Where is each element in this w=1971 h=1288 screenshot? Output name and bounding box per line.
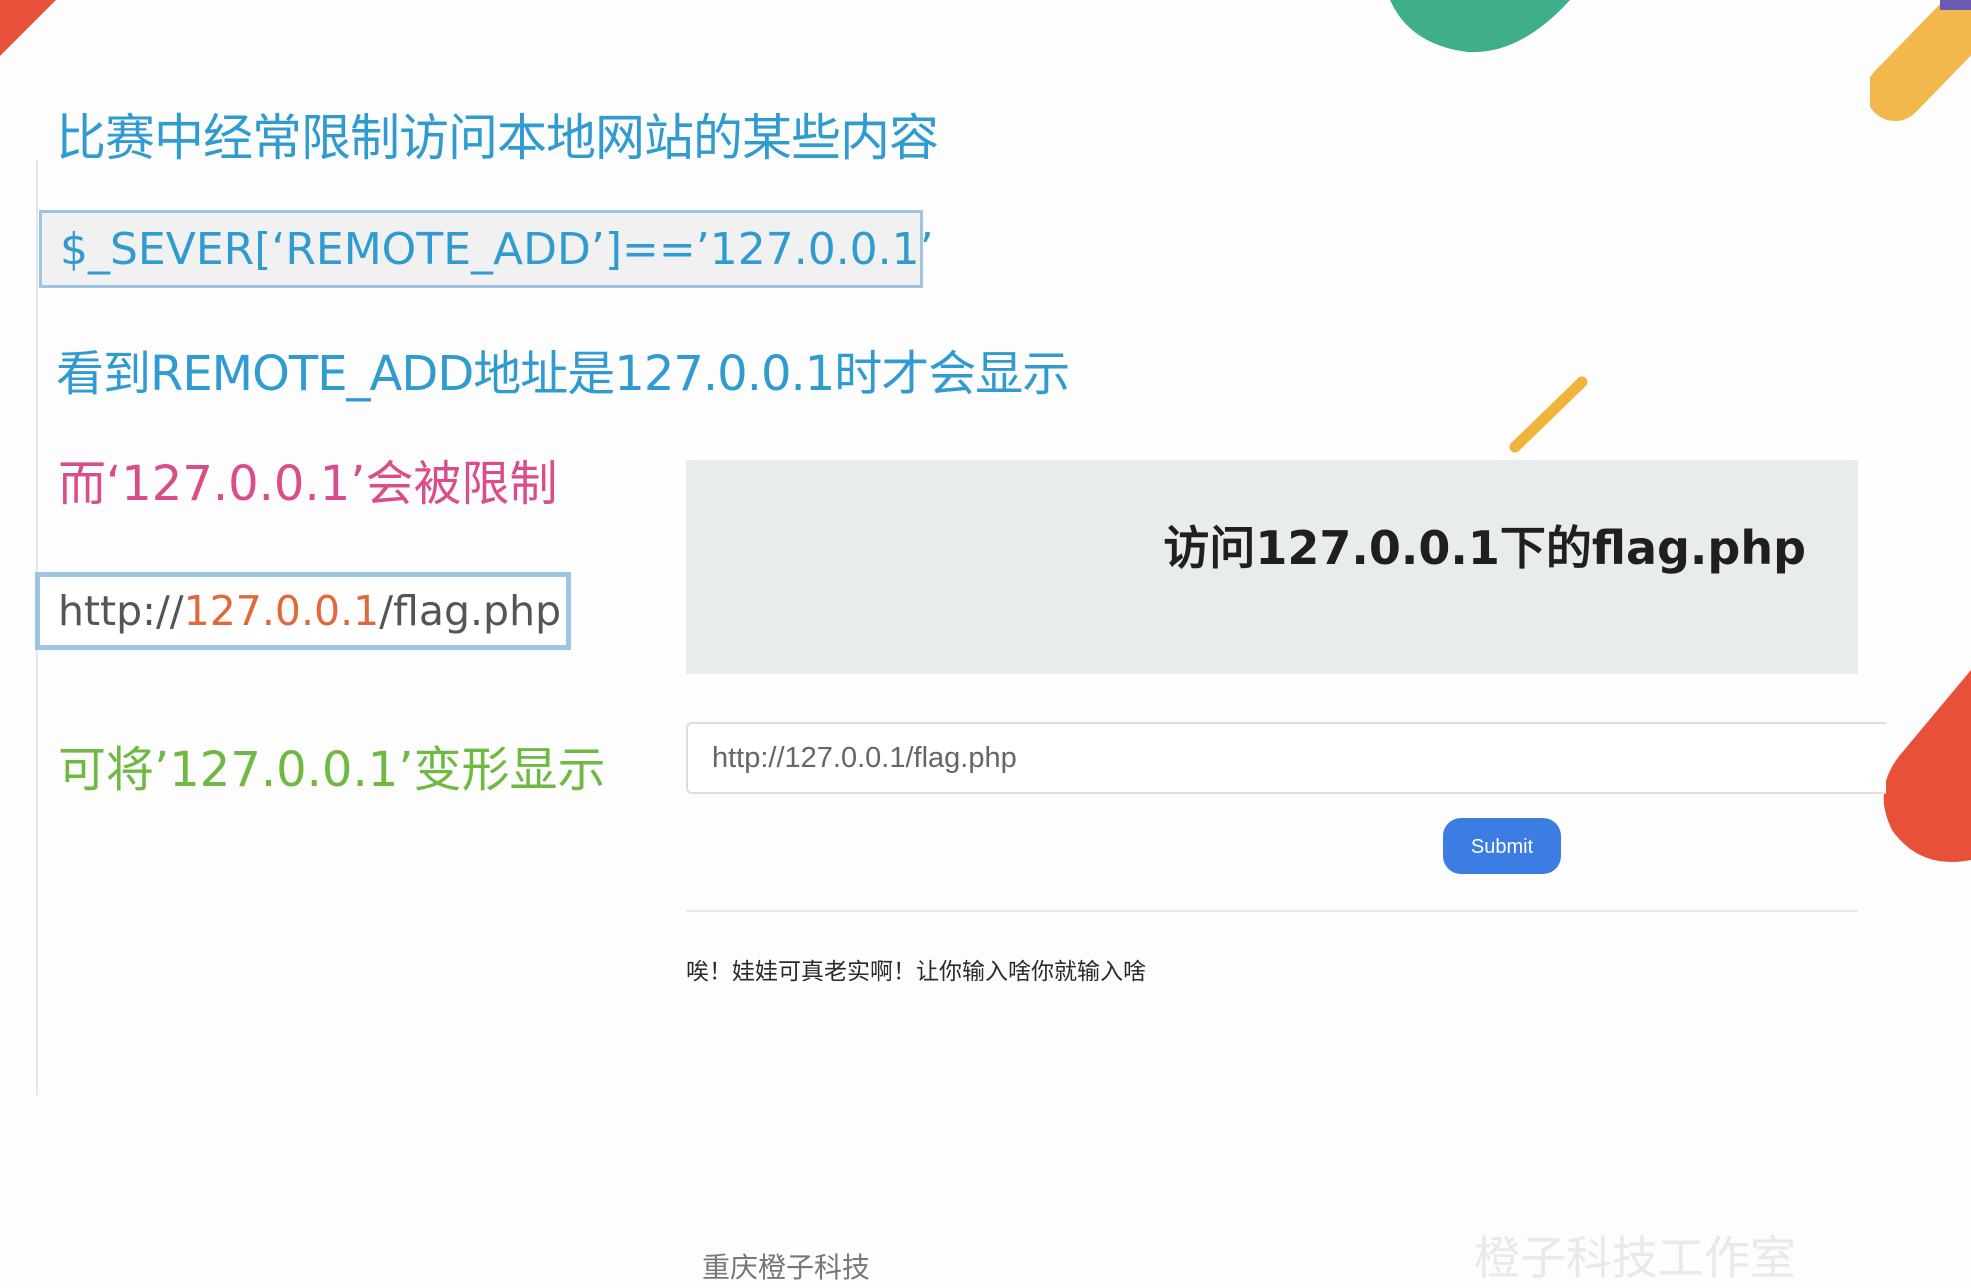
orange-stroke-decoration: [1509, 376, 1588, 453]
url-prefix: http://: [58, 587, 184, 635]
transform-hint-line: 可将’127.0.0.1’变形显示: [58, 742, 606, 798]
response-text: 唉！娃娃可真老实啊！让你输入啥你就输入啥: [686, 959, 1146, 985]
panel-title: 访问127.0.0.1下的flag.php: [1163, 521, 1806, 575]
corner-triangle-decoration: [0, 0, 56, 56]
url-suffix: /flag.php: [379, 587, 562, 635]
code-box: $_SEVER[‘REMOTE_ADD’]==’127.0.0.1’: [39, 210, 934, 288]
watermark: 橙子科技工作室: [1474, 1231, 1796, 1285]
divider: [686, 910, 1858, 912]
footer-company: 重庆橙子科技: [702, 1251, 871, 1284]
slide-title: 比赛中经常限制访问本地网站的某些内容: [56, 109, 939, 167]
submit-button[interactable]: Submit: [1443, 818, 1561, 874]
explanation-line: 看到REMOTE_ADD地址是127.0.0.1时才会显示: [56, 346, 1070, 402]
url-example-box: http://127.0.0.1/flag.php: [35, 572, 571, 650]
yellow-bar-decoration: [1870, 0, 1971, 121]
green-blob-decoration: [1390, 0, 1570, 53]
url-input[interactable]: http://127.0.0.1/flag.php: [686, 722, 1886, 794]
restriction-line: 而‘127.0.0.1’会被限制: [58, 456, 558, 512]
red-blob-decoration: [1883, 670, 1971, 862]
panel-header: 访问127.0.0.1下的flag.php: [686, 460, 1858, 674]
purple-corner-decoration: [1940, 0, 1971, 10]
url-ip: 127.0.0.1: [183, 587, 380, 635]
